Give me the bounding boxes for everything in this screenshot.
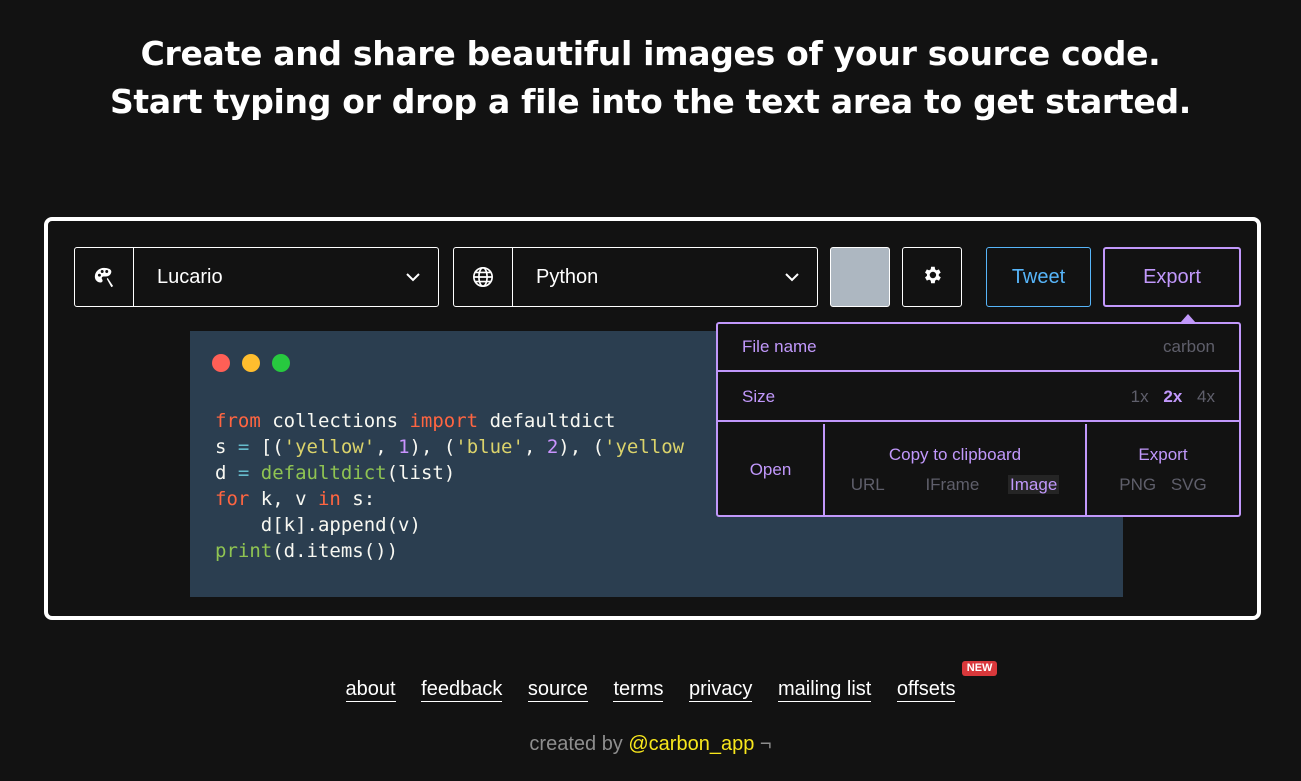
export-svg-button[interactable]: SVG — [1171, 475, 1207, 494]
open-button[interactable]: Open — [718, 424, 823, 515]
export-menu: File name carbon Size 1x 2x 4x Open Copy… — [716, 322, 1241, 517]
export-format-label: Export — [1138, 444, 1188, 464]
chevron-down-icon — [767, 272, 817, 282]
footer-link-about[interactable]: about — [345, 678, 396, 702]
language-value: Python — [536, 265, 599, 288]
headline-line-1: Create and share beautiful images of you… — [140, 34, 1161, 73]
export-label: Export — [1143, 265, 1201, 288]
language-dropdown[interactable]: Python — [453, 247, 818, 307]
size-option-1x[interactable]: 1x — [1131, 387, 1149, 406]
size-option-4x[interactable]: 4x — [1197, 387, 1215, 406]
tweet-button[interactable]: Tweet — [986, 247, 1091, 307]
file-name-row: File name carbon — [718, 324, 1239, 372]
copy-section: Copy to clipboard URL IFrame Image — [823, 424, 1085, 515]
code-editor[interactable]: from collections import defaultdict s = … — [215, 408, 684, 564]
headline: Create and share beautiful images of you… — [0, 30, 1301, 126]
export-actions: Open Copy to clipboard URL IFrame Image … — [718, 424, 1239, 515]
background-color-picker[interactable] — [830, 247, 890, 307]
code-line: print(d.items()) — [215, 540, 399, 562]
footer-link-privacy[interactable]: privacy — [689, 678, 753, 702]
code-line: for k, v in s: — [215, 488, 376, 510]
theme-dropdown[interactable]: Lucario — [74, 247, 439, 307]
export-png-button[interactable]: PNG — [1119, 475, 1156, 494]
file-name-label: File name — [742, 337, 817, 356]
footer-links: about feedback source terms privacy mail… — [0, 661, 1301, 702]
copy-iframe-button[interactable]: IFrame — [925, 475, 979, 494]
offsets-label: offsets — [896, 678, 956, 700]
copy-url-button[interactable]: URL — [851, 475, 885, 494]
maximize-dot — [272, 354, 290, 372]
gear-icon — [921, 264, 943, 291]
code-line: s = [('yellow', 1), ('blue', 2), ('yello… — [215, 436, 685, 458]
footer-link-offsets[interactable]: offsets NEW — [896, 661, 998, 702]
close-dot — [212, 354, 230, 372]
code-line: from collections import defaultdict — [215, 410, 616, 432]
size-options: 1x 2x 4x — [1131, 387, 1239, 407]
open-label: Open — [749, 459, 792, 479]
file-name-input[interactable]: carbon — [1163, 337, 1239, 357]
size-label: Size — [742, 387, 776, 406]
export-button[interactable]: Export — [1103, 247, 1241, 307]
code-line: d = defaultdict(list) — [215, 462, 456, 484]
export-format-section: Export PNG SVG — [1085, 424, 1239, 515]
footer-link-source[interactable]: source — [527, 678, 588, 702]
palette-icon — [75, 248, 134, 306]
minimize-dot — [242, 354, 260, 372]
tweet-label: Tweet — [1011, 265, 1066, 288]
size-row: Size 1x 2x 4x — [718, 374, 1239, 422]
copy-label: Copy to clipboard — [888, 444, 1022, 464]
credit-prefix: created by — [529, 733, 623, 755]
footer-link-terms[interactable]: terms — [613, 678, 664, 702]
footer-link-feedback[interactable]: feedback — [421, 678, 503, 702]
copy-image-button[interactable]: Image — [1008, 474, 1060, 494]
credit: created by @carbon_app ¬ — [0, 733, 1301, 756]
headline-line-2: Start typing or drop a file into the tex… — [109, 82, 1192, 121]
size-option-2x[interactable]: 2x — [1163, 387, 1182, 406]
credit-handle-link[interactable]: @carbon_app — [628, 733, 754, 755]
theme-value: Lucario — [157, 265, 223, 288]
code-line: d[k].append(v) — [215, 514, 421, 536]
footer-link-mailing-list[interactable]: mailing list — [777, 678, 872, 702]
globe-icon — [454, 248, 513, 306]
new-badge: NEW — [961, 661, 998, 676]
chevron-down-icon — [388, 272, 438, 282]
settings-button[interactable] — [902, 247, 962, 307]
credit-suffix: ¬ — [759, 733, 772, 755]
